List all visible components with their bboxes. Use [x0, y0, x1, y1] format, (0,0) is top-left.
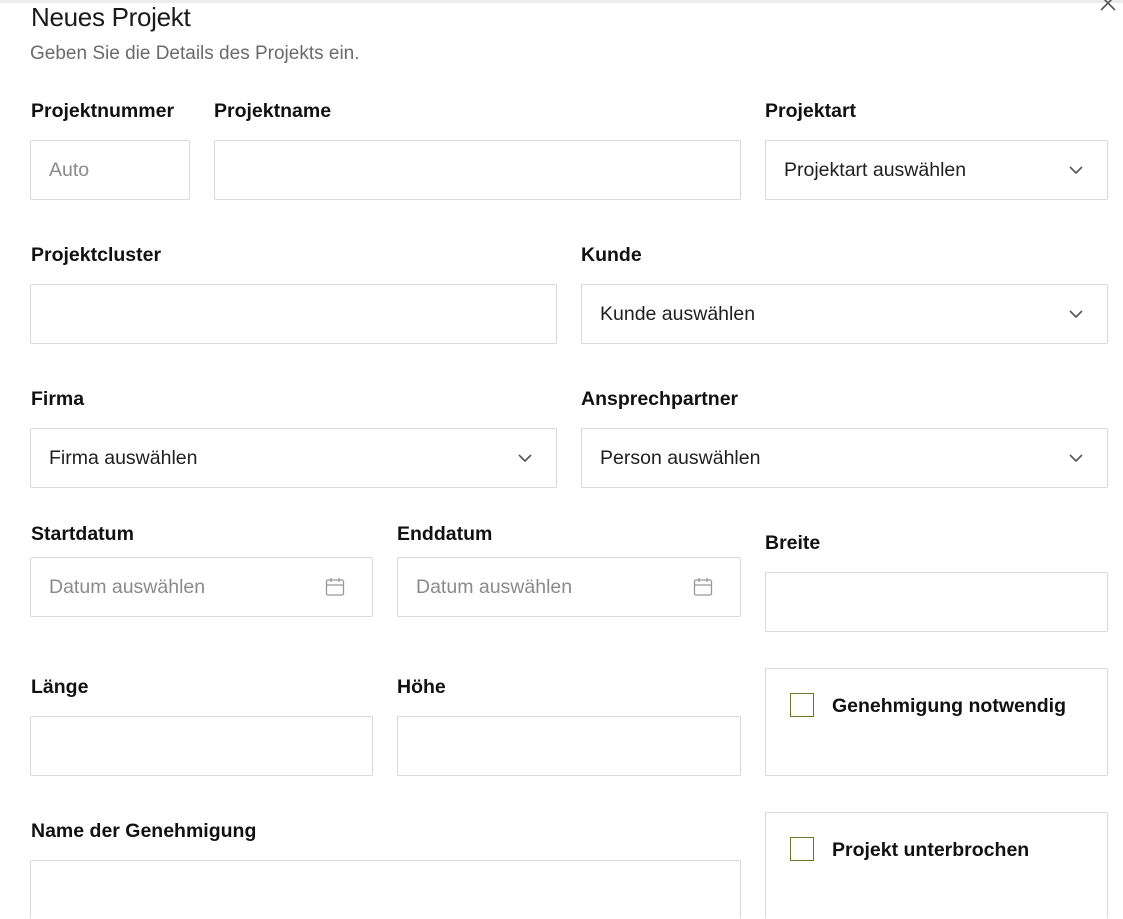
laenge-label: Länge: [31, 676, 89, 698]
chevron-down-icon: [1069, 310, 1083, 319]
projekt-unterbrochen-checkbox[interactable]: [790, 837, 814, 861]
dialog-subtitle: Geben Sie die Details des Projekts ein.: [30, 43, 360, 64]
calendar-icon: [325, 578, 345, 596]
firma-select-value: Firma auswählen: [49, 446, 198, 469]
name-der-genehmigung-label: Name der Genehmigung: [31, 820, 257, 842]
breite-label: Breite: [765, 532, 821, 554]
name-der-genehmigung-input[interactable]: [30, 860, 741, 919]
kunde-select[interactable]: Kunde auswählen: [581, 284, 1108, 344]
ansprechpartner-label: Ansprechpartner: [581, 388, 739, 410]
kunde-label: Kunde: [581, 244, 642, 266]
dialog-title: Neues Projekt: [31, 2, 191, 32]
laenge-input[interactable]: [30, 716, 373, 776]
projektname-label: Projektname: [214, 100, 332, 122]
projektart-select[interactable]: Projektart auswählen: [765, 140, 1108, 200]
projekt-unterbrochen-label[interactable]: Projekt unterbrochen: [832, 839, 1029, 862]
firma-label: Firma: [31, 388, 85, 410]
enddatum-label: Enddatum: [397, 523, 493, 545]
close-icon[interactable]: [1097, 0, 1119, 14]
calendar-icon: [693, 578, 713, 596]
enddatum-picker[interactable]: Datum auswählen: [397, 557, 741, 617]
chevron-down-icon: [518, 454, 532, 463]
genehmigung-notwendig-checkbox[interactable]: [790, 693, 814, 717]
genehmigung-notwendig-card: Genehmigung notwendig: [765, 668, 1108, 776]
projektnummer-input[interactable]: [30, 140, 190, 200]
breite-input[interactable]: [765, 572, 1108, 632]
genehmigung-notwendig-label[interactable]: Genehmigung notwendig: [832, 695, 1066, 718]
projektname-input[interactable]: [214, 140, 741, 200]
ansprechpartner-select-value: Person auswählen: [600, 446, 761, 469]
enddatum-placeholder: Datum auswählen: [416, 575, 573, 598]
projektnummer-label: Projektnummer: [31, 100, 175, 122]
chevron-down-icon: [1069, 454, 1083, 463]
kunde-select-value: Kunde auswählen: [600, 302, 756, 325]
startdatum-label: Startdatum: [31, 523, 134, 545]
projektart-select-value: Projektart auswählen: [784, 158, 967, 181]
startdatum-picker[interactable]: Datum auswählen: [30, 557, 373, 617]
ansprechpartner-select[interactable]: Person auswählen: [581, 428, 1108, 488]
hoehe-label: Höhe: [397, 676, 446, 698]
firma-select[interactable]: Firma auswählen: [30, 428, 557, 488]
projektcluster-label: Projektcluster: [31, 244, 162, 266]
projektcluster-input[interactable]: [30, 284, 557, 344]
projekt-unterbrochen-card: Projekt unterbrochen: [765, 812, 1108, 919]
startdatum-placeholder: Datum auswählen: [49, 575, 206, 598]
chevron-down-icon: [1069, 166, 1083, 175]
projektart-label: Projektart: [765, 100, 857, 122]
hoehe-input[interactable]: [397, 716, 741, 776]
